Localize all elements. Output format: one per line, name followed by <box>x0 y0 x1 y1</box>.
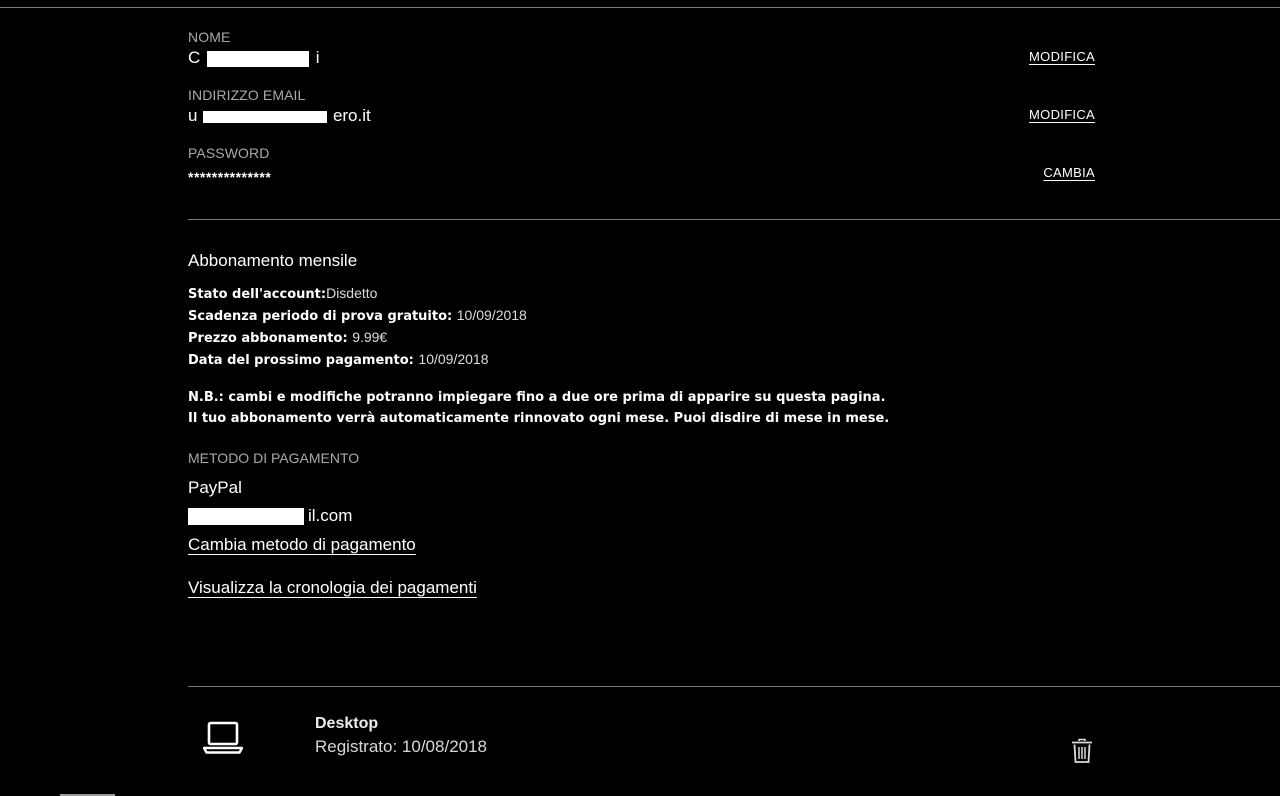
payment-history-link[interactable]: Visualizza la cronologia dei pagamenti <box>188 578 477 598</box>
device-registered: Registrato: 10/08/2018 <box>315 737 488 756</box>
subscription-details: Stato dell'account:Disdetto Scadenza per… <box>188 283 527 371</box>
password-field: PASSWORD ************** <box>188 145 271 185</box>
device-name: Desktop <box>315 715 379 732</box>
name-field: NOME C i <box>188 29 320 68</box>
detail-row: Scadenza periodo di prova gratuito: 10/0… <box>188 305 527 327</box>
subscription-notes: N.B.: cambi e modifiche potranno impiega… <box>188 387 889 429</box>
detail-value: 10/09/2018 <box>418 351 489 367</box>
detail-value: 9.99€ <box>352 329 388 345</box>
redaction-block <box>203 110 328 123</box>
detail-row: Prezzo abbonamento: 9.99€ <box>188 327 527 349</box>
trash-icon[interactable] <box>1071 738 1093 764</box>
email-field: INDIRIZZO EMAIL u ero.it <box>188 87 371 126</box>
name-value-end: i <box>315 48 320 67</box>
detail-row: Stato dell'account:Disdetto <box>188 283 527 305</box>
detail-value: 10/09/2018 <box>456 307 527 323</box>
payment-email-end: il.com <box>308 506 353 525</box>
payment-email: il.com <box>188 506 352 526</box>
section-divider <box>188 219 1280 220</box>
change-payment-method-link[interactable]: Cambia metodo di pagamento <box>188 535 416 555</box>
password-label: PASSWORD <box>188 145 270 161</box>
password-value: ************** <box>188 169 272 185</box>
edit-name-link[interactable]: MODIFICA <box>1029 49 1095 64</box>
detail-value: Disdetto <box>326 285 378 301</box>
laptop-icon <box>202 721 244 755</box>
email-value-start: u <box>188 106 198 125</box>
name-value: C i <box>188 48 320 68</box>
detail-key: Stato dell'account: <box>188 287 327 302</box>
email-label: INDIRIZZO EMAIL <box>188 87 306 103</box>
plan-title: Abbonamento mensile <box>188 251 358 270</box>
account-page: NOME C i MODIFICA INDIRIZZO EMAIL u ero.… <box>0 0 1280 796</box>
note-line: Il tuo abbonamento verrà automaticamente… <box>188 411 890 426</box>
redaction-block <box>207 50 310 67</box>
top-divider <box>0 7 1280 8</box>
detail-key: Scadenza periodo di prova gratuito: <box>188 309 457 324</box>
redaction-block <box>188 508 304 526</box>
name-label: NOME <box>188 29 231 45</box>
change-password-link[interactable]: CAMBIA <box>1043 165 1095 180</box>
payment-method-label: METODO DI PAGAMENTO <box>188 450 360 466</box>
detail-row: Data del prossimo pagamento: 10/09/2018 <box>188 349 527 371</box>
name-value-start: C <box>188 48 201 67</box>
detail-key: Data del prossimo pagamento: <box>188 353 419 368</box>
detail-key: Prezzo abbonamento: <box>188 331 353 346</box>
payment-method-name: PayPal <box>188 478 242 497</box>
email-value: u ero.it <box>188 106 371 126</box>
edit-email-link[interactable]: MODIFICA <box>1029 107 1095 122</box>
email-value-end: ero.it <box>332 106 371 125</box>
note-line: N.B.: cambi e modifiche potranno impiega… <box>188 390 886 405</box>
section-divider <box>188 686 1280 687</box>
